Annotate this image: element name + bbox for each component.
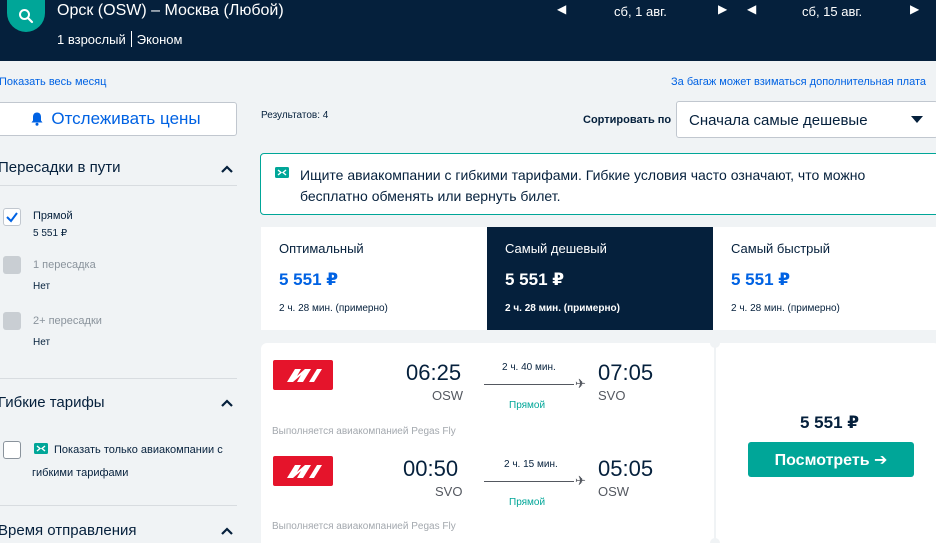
arrival-time: 07:05 [598, 360, 654, 385]
flex-fares-option-label: Показать только авиакомпании с гибкими т… [32, 444, 223, 479]
sort-selected-value: Сначала самые дешевые [689, 112, 868, 129]
divider [0, 505, 237, 506]
checkbox-direct[interactable] [3, 208, 21, 226]
bell-icon [31, 112, 43, 126]
search-button[interactable] [7, 0, 45, 32]
flex-fares-filter-title[interactable]: Гибкие тарифы [0, 394, 105, 411]
total-price: 5 551 ₽ [800, 413, 860, 432]
operated-by: Выполняется авиакомпанией Pegas Fly [272, 521, 456, 532]
passenger-summary[interactable]: 1 взрослый Эконом [57, 31, 182, 47]
airline-logo-icon [287, 369, 322, 382]
tab-price: 5 551 ₽ [505, 270, 565, 289]
stops-option-price: 5 551 ₽ [33, 228, 68, 239]
tab-name: Самый быстрый [731, 241, 830, 256]
cabin-class: Эконом [136, 31, 183, 47]
tab-best[interactable]: Оптимальный 5 551 ₽ 2 ч. 28 мин. (пример… [261, 227, 487, 330]
arrival-airport-code: SVO [598, 388, 626, 403]
tab-duration: 2 ч. 28 мин. (примерно) [731, 303, 840, 314]
tab-fastest[interactable]: Самый быстрый 5 551 ₽ 2 ч. 28 мин. (прим… [713, 227, 936, 330]
separator [130, 31, 132, 47]
next-return-date-arrow-icon[interactable]: ▶ [910, 2, 919, 16]
tab-duration: 2 ч. 28 мин. (примерно) [279, 303, 388, 314]
sort-label: Сортировать по [583, 114, 672, 126]
flex-fares-notice: Ищите авиакомпании с гибкими тарифами. Г… [260, 153, 936, 215]
top-search-bar: Орск (OSW) – Москва (Любой) 1 взрослый Э… [0, 0, 936, 61]
prev-return-date-arrow-icon[interactable]: ◀ [747, 2, 756, 16]
tab-duration: 2 ч. 28 мин. (примерно) [505, 303, 620, 314]
depart-date[interactable]: сб, 1 авг. [614, 4, 667, 19]
airline-logo [273, 456, 333, 486]
departure-time-filter-title[interactable]: Время отправления [0, 522, 137, 539]
sort-tabs: Оптимальный 5 551 ₽ 2 ч. 28 мин. (пример… [261, 227, 936, 330]
track-prices-button[interactable]: Отслеживать цены [0, 102, 237, 136]
stops-info: Прямой [509, 497, 546, 508]
caret-down-icon [911, 116, 923, 123]
show-month-link[interactable]: Показать весь месяц [0, 76, 106, 88]
checkbox-flex-fares[interactable] [3, 441, 21, 459]
notice-text: Ищите авиакомпании с гибкими тарифами. Г… [300, 167, 866, 204]
chevron-up-icon[interactable] [220, 162, 234, 176]
baggage-fee-link[interactable]: За багаж может взиматься дополнительная … [671, 76, 926, 88]
divider [0, 185, 237, 186]
flex-ticket-icon [275, 167, 289, 178]
airline-logo-icon [287, 465, 322, 478]
stops-option-price: Нет [33, 281, 51, 292]
tab-name: Самый дешевый [505, 241, 607, 256]
checkbox-one-stop[interactable] [3, 256, 21, 274]
ticket-notch [710, 338, 720, 348]
arrival-time: 05:05 [598, 456, 654, 481]
divider [0, 378, 237, 379]
departure-time: 00:50 [403, 456, 459, 481]
track-prices-label: Отслеживать цены [51, 109, 201, 128]
stops-option-label: 1 пересадка [33, 259, 96, 271]
departure-airport-code: SVO [435, 484, 463, 499]
stops-info: Прямой [509, 400, 546, 411]
departure-time: 06:25 [406, 360, 462, 385]
results-count: Результатов: 4 [261, 110, 329, 121]
plane-icon: ✈ [575, 473, 586, 488]
stops-option-label: Прямой [33, 210, 73, 222]
airline-logo [273, 360, 333, 390]
search-icon [19, 9, 34, 24]
stops-option-label: 2+ пересадки [33, 315, 102, 327]
tab-cheapest[interactable]: Самый дешевый 5 551 ₽ 2 ч. 28 мин. (прим… [487, 227, 713, 330]
flight-path-line [484, 481, 574, 482]
stops-option-price: Нет [33, 337, 51, 348]
flight-path-line [484, 384, 574, 385]
sort-select[interactable]: Сначала самые дешевые [676, 101, 936, 138]
view-deal-button[interactable]: Посмотреть ➔ [748, 442, 914, 477]
tab-price: 5 551 ₽ [731, 270, 791, 289]
departure-airport-code: OSW [432, 388, 464, 403]
flight-duration: 2 ч. 40 мин. [502, 362, 556, 373]
check-icon [6, 212, 18, 223]
arrival-airport-code: OSW [598, 484, 630, 499]
stops-filter-title[interactable]: Пересадки в пути [0, 159, 121, 176]
checkbox-two-plus-stops[interactable] [3, 312, 21, 330]
flight-duration: 2 ч. 15 мин. [504, 459, 558, 470]
return-date[interactable]: сб, 15 авг. [802, 4, 862, 19]
route-title[interactable]: Орск (OSW) – Москва (Любой) [57, 2, 284, 20]
ticket-notch [710, 538, 720, 543]
tab-name: Оптимальный [279, 241, 364, 256]
chevron-up-icon[interactable] [220, 396, 234, 410]
tab-price: 5 551 ₽ [279, 270, 339, 289]
chevron-up-icon[interactable] [220, 524, 234, 538]
plane-icon: ✈ [575, 376, 586, 391]
next-depart-date-arrow-icon[interactable]: ▶ [718, 2, 727, 16]
passenger-count: 1 взрослый [57, 31, 126, 47]
prev-depart-date-arrow-icon[interactable]: ◀ [557, 2, 566, 16]
operated-by: Выполняется авиакомпанией Pegas Fly [272, 426, 456, 437]
